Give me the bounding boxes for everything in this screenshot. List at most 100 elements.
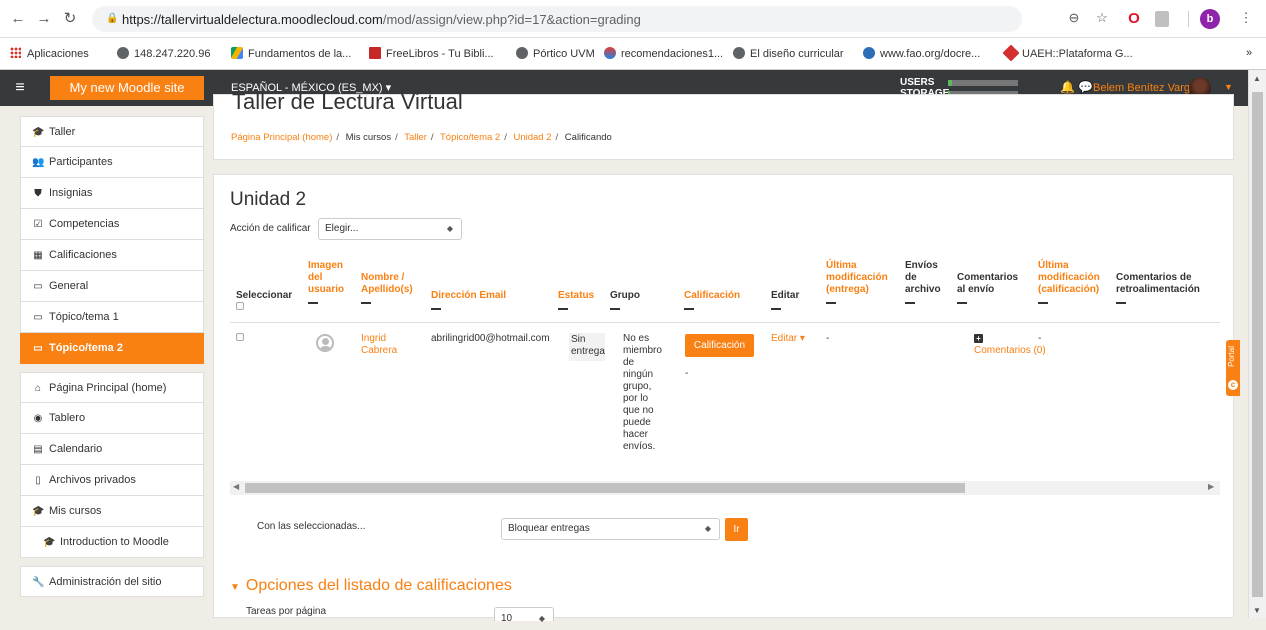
back-arrow-icon[interactable]: ← [8,9,28,29]
main-region: Unidad 2 Acción de calificar Elegir... ◆ … [213,174,1234,624]
url-text: https://tallervirtualdelectura.moodleclo… [122,12,641,27]
col-last-mod-submission[interactable]: Última modificación (entrega) [826,260,896,304]
sidebar-item-archivos[interactable]: ▯ Archivos privados [20,465,204,496]
sidebar-item-topico-1[interactable]: ▭ Tópico/tema 1 [20,302,204,333]
grade-button[interactable]: Calificación [685,334,754,357]
uaeh-icon [1002,44,1020,62]
bookmark-recomendaciones[interactable]: recomendaciones1... [604,47,723,60]
student-email: abrilingrid00@hotmail.com [431,333,550,344]
table-horizontal-scrollbar[interactable]: ◀ ▶ [230,481,1220,495]
go-button[interactable]: Ir [725,518,748,541]
drive-icon [231,47,243,59]
graduation-cap-icon: 🎓 [32,506,45,517]
more-bookmarks-icon[interactable]: » [1246,47,1252,59]
site-title[interactable]: My new Moodle site [50,76,204,100]
chat-icon[interactable]: 💬 [1078,80,1093,94]
col-select: Seleccionar [236,290,292,314]
bookmark-apps[interactable]: Aplicaciones [10,47,89,60]
col-last-mod-grade[interactable]: Última modificación (calificación) [1038,260,1110,304]
reload-icon[interactable]: ↻ [60,9,80,29]
last-mod-submission-value: - [826,333,830,344]
bulk-action-select[interactable]: Bloquear entregas ◆ [501,518,720,540]
select-arrows-icon: ◆ [446,224,453,233]
file-icon: ▯ [35,475,41,486]
sidebar-item-calificaciones[interactable]: ▦ Calificaciones [20,240,204,271]
sidebar-item-tablero[interactable]: ◉ Tablero [20,403,204,434]
chrome-icon [604,47,616,59]
col-email[interactable]: Dirección Email [431,290,506,310]
bookmark-fundamentos[interactable]: Fundamentos de la... [231,47,351,60]
breadcrumb-taller[interactable]: Taller [404,132,427,143]
sidebar-item-insignias[interactable]: ⛊ Insignias [20,178,204,209]
user-menu-name[interactable]: Belem Benítez Vargas [1093,82,1202,94]
select-all-checkbox[interactable] [236,302,244,310]
scroll-down-icon[interactable]: ▼ [1253,606,1261,615]
col-user-image[interactable]: Imagen del usuario [308,260,350,304]
shield-icon: ⛊ [34,188,42,199]
globe-icon [117,47,129,59]
caret-down-icon[interactable]: ▼ [1224,82,1233,92]
breadcrumb-mis-cursos: Mis cursos [345,132,392,143]
graduation-cap-icon: 🎓 [43,537,56,548]
bookmark-uaeh[interactable]: UAEH::Plataforma G... [1002,44,1133,62]
star-icon[interactable]: ☆ [1092,10,1112,28]
caret-down-icon: ▼ [230,582,240,593]
scrollbar-thumb[interactable] [1252,92,1263,597]
breadcrumb-topico[interactable]: Tópico/tema 2 [440,132,500,143]
bookmark-ip[interactable]: 148.247.220.96 [117,47,210,60]
student-name-link[interactable]: Ingrid Cabrera [361,333,409,357]
row-checkbox[interactable] [236,333,244,345]
zoom-icon[interactable]: ⊖ [1064,10,1084,28]
hscroll-thumb[interactable] [245,483,965,493]
pdf-extension-icon[interactable] [1152,10,1172,28]
col-edit: Editar [771,290,799,310]
course-title: Taller de Lectura Virtual [232,89,463,114]
apps-icon [10,47,21,58]
sidebar-item-participantes[interactable]: 👥 Participantes [20,147,204,178]
col-status[interactable]: Estatus [558,290,594,310]
bookmark-freelibros[interactable]: FreeLibros - Tu Bibli... [369,47,494,60]
scroll-right-icon[interactable]: ▶ [1208,482,1214,491]
globe-icon [733,47,745,59]
portal-side-tab[interactable]: Portal c [1226,340,1240,396]
sidebar-item-topico-2[interactable]: ▭ Tópico/tema 2 [20,333,204,364]
sidebar-item-admin[interactable]: 🔧 Administración del sitio [20,566,204,597]
sidebar-item-competencias[interactable]: ☑ Competencias [20,209,204,240]
nav-drawer: 🎓 Taller 👥 Participantes ⛊ Insignias ☑ Compe… [20,116,204,597]
grade-action-select[interactable]: Elegir... ◆ [318,218,462,240]
address-bar[interactable]: 🔒 https://tallervirtualdelectura.moodlec… [92,6,1022,32]
edit-menu[interactable]: Editar ▾ [771,333,805,345]
folder-icon: ▭ [33,281,43,292]
col-grade[interactable]: Calificación [684,290,740,310]
bookmark-fao[interactable]: www.fao.org/docre... [863,47,980,60]
menu-dots-icon[interactable]: ⋮ [1236,10,1256,28]
grading-table: Seleccionar Imagen del usuario Nombre / … [230,250,1220,560]
scroll-up-icon[interactable]: ▲ [1253,74,1261,83]
page-scrollbar[interactable]: ▲ ▼ [1248,70,1266,618]
bell-icon[interactable]: 🔔 [1060,80,1075,94]
options-section-toggle[interactable]: ▼ Opciones del listado de calificaciones [230,577,512,595]
status-badge: Sin entrega [569,333,605,361]
col-group: Grupo [610,290,640,310]
sidebar-item-calendario[interactable]: ▤ Calendario [20,434,204,465]
opera-extension-icon[interactable]: O [1124,10,1144,28]
wrench-icon: 🔧 [32,577,45,588]
bookmark-portico[interactable]: Pórtico UVM [516,47,595,60]
comments-cell[interactable]: + Comentarios (0) [974,333,1046,357]
comments-link[interactable]: Comentarios (0) [974,345,1046,356]
col-name[interactable]: Nombre / Apellido(s) [361,272,413,304]
profile-avatar[interactable]: b [1200,9,1220,29]
sidebar-item-mis-cursos[interactable]: 🎓 Mis cursos [20,496,204,527]
breadcrumb-unidad[interactable]: Unidad 2 [513,132,551,143]
sidebar-item-intro-moodle[interactable]: 🎓 Introduction to Moodle [20,527,204,558]
forward-arrow-icon[interactable]: → [34,9,54,29]
plus-square-icon[interactable]: + [974,334,983,343]
hamburger-menu-icon[interactable]: ≡ [0,70,40,106]
breadcrumb-home[interactable]: Página Principal (home) [231,132,332,143]
sidebar-item-general[interactable]: ▭ General [20,271,204,302]
per-page-select[interactable]: 10 ◆ [494,607,554,624]
bookmark-diseno[interactable]: El diseño curricular [733,47,844,60]
scroll-left-icon[interactable]: ◀ [233,482,239,491]
sidebar-item-home[interactable]: ⌂ Página Principal (home) [20,372,204,403]
sidebar-item-taller[interactable]: 🎓 Taller [20,116,204,147]
